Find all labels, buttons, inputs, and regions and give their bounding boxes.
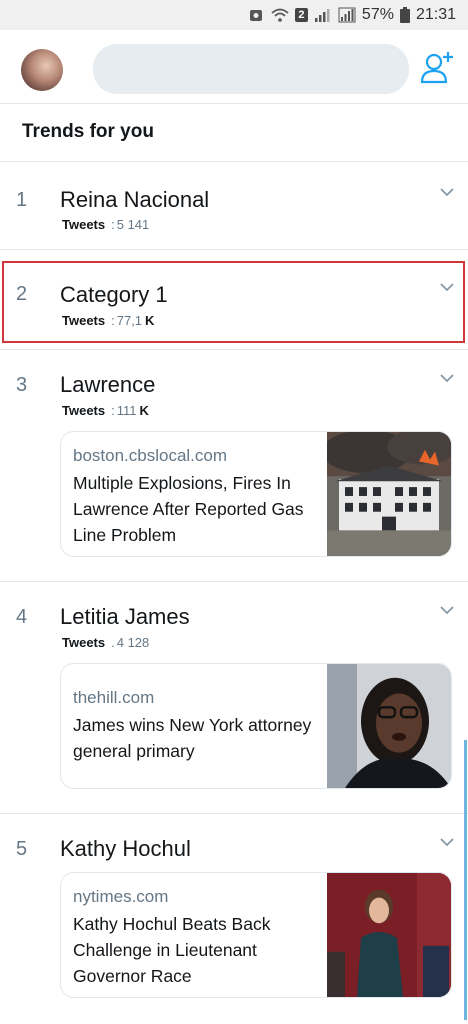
portrait-photo <box>327 873 451 997</box>
trend-name: Lawrence <box>60 372 156 397</box>
tweets-count: 5 141 <box>116 217 150 232</box>
tweets-unit: K <box>139 403 149 418</box>
trend-item-1[interactable]: 1 Reina Nacional Tweets:5 141 <box>0 162 468 250</box>
wifi-icon <box>271 8 289 22</box>
trend-name: Reina Nacional <box>60 187 210 212</box>
trends-header: Trends for you <box>0 104 468 162</box>
news-card[interactable]: boston.cbslocal.com Multiple Explosions,… <box>60 431 452 557</box>
signal-2-icon <box>338 7 356 23</box>
chevron-down-icon[interactable] <box>440 188 454 197</box>
avatar[interactable] <box>21 49 63 91</box>
tweets-separator: : <box>111 217 115 232</box>
signal-icon <box>314 9 330 22</box>
trend-name: Letitia James <box>60 604 190 629</box>
battery-icon <box>399 7 410 23</box>
news-card[interactable]: nytimes.com Kathy Hochul Beats Back Chal… <box>60 872 452 998</box>
trend-name: Kathy Hochul <box>60 836 191 861</box>
tweets-separator: : <box>111 403 115 418</box>
clock: 21:31 <box>415 6 456 23</box>
tweets-label: Tweets <box>62 635 106 650</box>
app-notification-icon <box>249 10 262 21</box>
tweets-count: 4 128 <box>116 635 150 650</box>
news-card[interactable]: thehill.com James wins New York attorney… <box>60 663 452 789</box>
trend-rank: 3 <box>16 374 28 396</box>
trend-item-5[interactable]: 5 Kathy Hochul nytimes.com Kathy Hochul … <box>0 814 468 1024</box>
trend-item-4[interactable]: 4 Letitia James Tweets. 4 128 thehill.com… <box>0 582 468 814</box>
tweets-separator: . <box>111 635 115 650</box>
tweets-label: Tweets <box>62 217 106 232</box>
search-input[interactable] <box>93 44 409 94</box>
tweets-label: Tweets <box>62 403 106 418</box>
status-bar: 2 57% 21:31 <box>0 0 468 30</box>
page-title: Trends for you <box>22 121 154 142</box>
card-headline: James wins New York attorney general pri… <box>73 715 312 761</box>
top-bar <box>0 30 468 104</box>
trend-rank: 1 <box>16 189 28 211</box>
battery-percent: 57% <box>361 6 394 23</box>
card-domain: thehill.com <box>73 688 155 707</box>
house-fire-image <box>327 432 451 556</box>
chevron-down-icon[interactable] <box>440 606 454 615</box>
chevron-down-icon[interactable] <box>440 374 454 383</box>
add-user-icon[interactable] <box>418 48 456 86</box>
trend-tweet-count: Tweets:5 141 <box>62 217 149 232</box>
trend-tweet-count: Tweets. 4 128 <box>62 635 149 650</box>
scrollbar[interactable] <box>464 740 467 1020</box>
sim-badge: 2 <box>294 8 308 22</box>
trend-tweet-count: Tweets:111 K <box>62 403 149 418</box>
card-headline: Multiple Explosions, Fires In Lawrence A… <box>73 473 304 545</box>
tweets-count: 111 <box>116 403 137 418</box>
card-domain: boston.cbslocal.com <box>73 446 228 465</box>
portrait-photo <box>327 664 451 788</box>
trend-item-3[interactable]: 3 Lawrence Tweets:111 K boston.cbslocal.c… <box>0 350 468 582</box>
trend-rank: 5 <box>16 838 28 860</box>
trend-rank: 4 <box>16 606 28 628</box>
chevron-down-icon[interactable] <box>440 838 454 847</box>
card-domain: nytimes.com <box>73 887 169 906</box>
highlight-box <box>2 261 465 343</box>
card-headline: Kathy Hochul Beats Back Challenge in Lie… <box>73 914 271 986</box>
